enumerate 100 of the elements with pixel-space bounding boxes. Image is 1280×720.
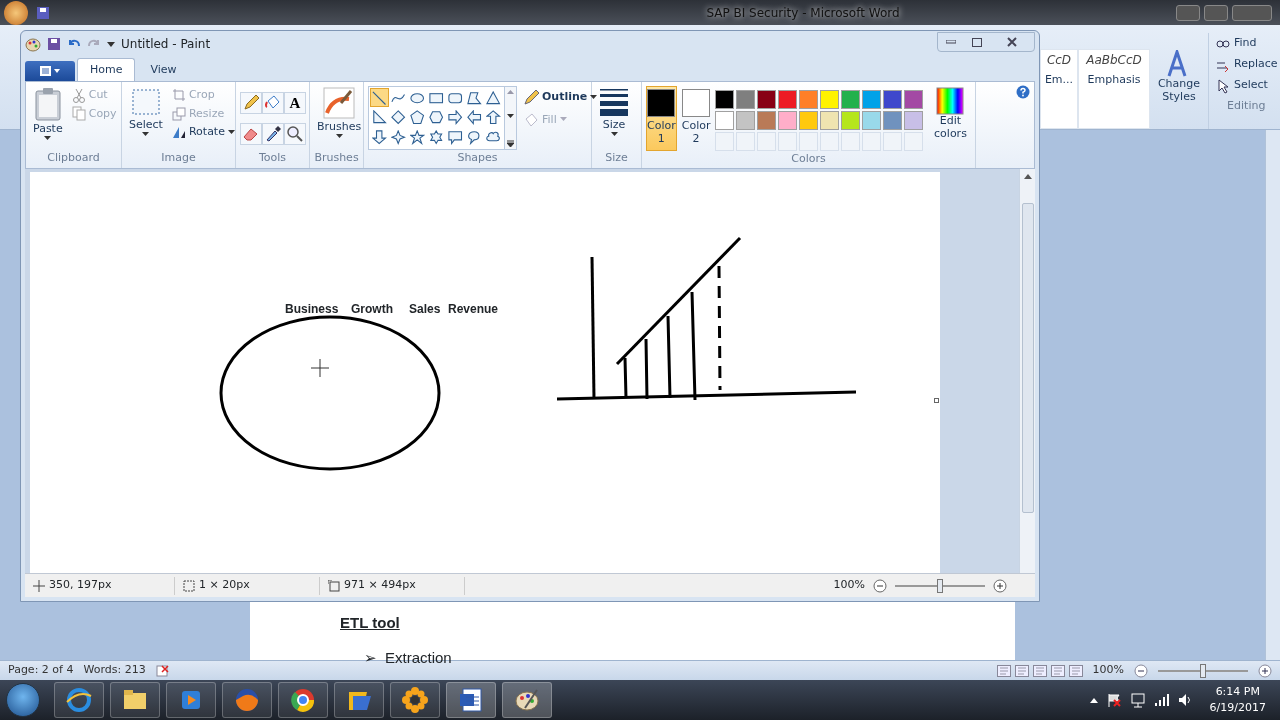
taskbar-button[interactable]: [110, 682, 160, 718]
eraser-tool[interactable]: [240, 122, 262, 145]
zoom-out-icon[interactable]: [873, 578, 887, 593]
scroll-up-icon[interactable]: [1023, 173, 1032, 179]
app-menu-button[interactable]: [25, 61, 75, 81]
shape-tool[interactable]: [408, 107, 427, 127]
network-icon[interactable]: [1129, 692, 1146, 708]
shape-tool[interactable]: [427, 127, 446, 147]
clock-time[interactable]: 6:14 PM: [1215, 683, 1260, 700]
slider-thumb[interactable]: [1200, 663, 1206, 678]
color-swatch[interactable]: [883, 111, 903, 130]
rotate-button[interactable]: Rotate: [169, 123, 237, 142]
canvas[interactable]: Business Growth Sales Revenue: [30, 172, 940, 573]
shape-tool[interactable]: [484, 107, 503, 127]
outline-button[interactable]: Outline: [521, 88, 600, 107]
edit-colors-button[interactable]: Edit colors: [927, 86, 974, 151]
color-swatch[interactable]: [715, 111, 735, 130]
palette-icon[interactable]: [25, 36, 41, 52]
view-icon[interactable]: [1014, 664, 1029, 677]
style-button[interactable]: CcD Em...: [1040, 49, 1078, 129]
start-button[interactable]: [6, 683, 40, 717]
scrollbar[interactable]: [1019, 169, 1035, 573]
ribbon-tab[interactable]: View: [137, 57, 190, 81]
shape-tool[interactable]: [370, 88, 389, 107]
shape-tool[interactable]: [465, 107, 484, 127]
brushes-button[interactable]: Brushes: [314, 86, 365, 150]
taskbar-button[interactable]: [334, 682, 384, 718]
taskbar-button[interactable]: [446, 682, 496, 718]
view-icon[interactable]: [1068, 664, 1083, 677]
taskbar-button[interactable]: [54, 682, 104, 718]
slider-thumb[interactable]: [937, 578, 943, 593]
color-swatch[interactable]: [904, 90, 924, 109]
change-styles-button[interactable]: Change Styles: [1154, 49, 1204, 129]
shape-tool[interactable]: [389, 107, 408, 127]
text-tool[interactable]: A: [284, 92, 306, 114]
color-swatch[interactable]: [757, 111, 777, 130]
color-swatch[interactable]: [799, 90, 819, 109]
signal-icon[interactable]: [1153, 693, 1170, 707]
paste-button[interactable]: Paste: [30, 86, 66, 150]
close-button[interactable]: [1232, 4, 1272, 21]
view-icon[interactable]: [1050, 664, 1065, 677]
color-swatch[interactable]: [862, 90, 882, 109]
proofing-icon[interactable]: [155, 663, 170, 678]
save-icon[interactable]: [36, 5, 50, 20]
dropdown-icon[interactable]: [107, 40, 115, 48]
clock-date[interactable]: 6/19/2017: [1209, 700, 1266, 717]
caret-icon[interactable]: [1089, 697, 1098, 703]
maximize-button[interactable]: [1204, 4, 1228, 21]
magnifier-tool[interactable]: [284, 122, 306, 145]
taskbar-button[interactable]: [502, 682, 552, 718]
color-swatch[interactable]: [862, 111, 882, 130]
zoom-in-icon[interactable]: [1258, 663, 1272, 678]
group-label: Clipboard: [46, 149, 101, 166]
color-swatch[interactable]: [778, 90, 798, 109]
color-swatch[interactable]: [715, 90, 735, 109]
color-slot-button[interactable]: Color 1: [646, 86, 677, 151]
flag-icon[interactable]: [1105, 692, 1122, 708]
color-picker-tool[interactable]: [262, 122, 284, 145]
minimize-button[interactable]: [1176, 4, 1200, 21]
save-icon[interactable]: [47, 37, 61, 51]
select-button[interactable]: Select: [126, 86, 166, 150]
zoom-in-icon[interactable]: [993, 578, 1007, 593]
pencil-tool[interactable]: [240, 92, 262, 114]
help-icon[interactable]: [1016, 85, 1030, 99]
color-swatch[interactable]: [841, 111, 861, 130]
style-button[interactable]: AaBbCcD Emphasis: [1078, 49, 1150, 129]
color-swatch[interactable]: [820, 111, 840, 130]
taskbar-button[interactable]: [222, 682, 272, 718]
shape-tool[interactable]: [389, 127, 408, 147]
group-label: Tools: [257, 149, 288, 166]
taskbar-button[interactable]: [390, 682, 440, 718]
color-slot-button[interactable]: Color 2: [680, 86, 712, 151]
scrollbar[interactable]: [1265, 130, 1280, 660]
shape-tool[interactable]: [370, 127, 389, 147]
zoom-out-icon[interactable]: [1134, 663, 1148, 678]
color-swatch[interactable]: [736, 90, 756, 109]
gallery-scroller[interactable]: [505, 86, 517, 150]
color-swatch[interactable]: [883, 90, 903, 109]
caret-icon[interactable]: [335, 133, 343, 139]
bucket-tool[interactable]: [262, 92, 284, 114]
taskbar-button[interactable]: [278, 682, 328, 718]
caret-icon[interactable]: [44, 135, 52, 141]
view-icon[interactable]: [1032, 664, 1047, 677]
editing-button[interactable]: Replace: [1213, 54, 1280, 75]
color-swatch[interactable]: [757, 90, 777, 109]
color-swatch[interactable]: [736, 111, 756, 130]
editing-button[interactable]: Select: [1213, 75, 1280, 96]
office-button[interactable]: [4, 1, 28, 25]
color-swatch[interactable]: [820, 90, 840, 109]
shape-tool[interactable]: [408, 127, 427, 147]
color-swatch[interactable]: [841, 90, 861, 109]
color-swatch[interactable]: [799, 111, 819, 130]
view-icon[interactable]: [996, 664, 1011, 677]
color-swatch[interactable]: [904, 111, 924, 130]
shape-tool[interactable]: [484, 88, 503, 107]
resize-handle[interactable]: [934, 398, 939, 403]
ribbon-tab[interactable]: Home: [77, 57, 136, 81]
color-swatch[interactable]: [778, 111, 798, 130]
shape-tool[interactable]: [446, 107, 465, 127]
editing-button[interactable]: Find: [1213, 33, 1280, 54]
